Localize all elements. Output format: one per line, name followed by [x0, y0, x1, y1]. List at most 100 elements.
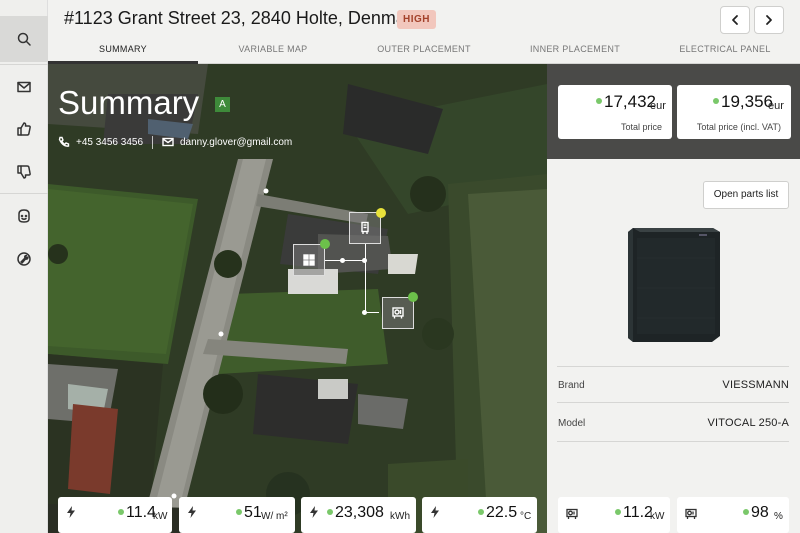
connection-node [340, 258, 345, 263]
price-value: 19,356 [721, 92, 773, 111]
metric-value: 22.5 [486, 504, 518, 521]
metric-card-unit-power: 11.2 kW [558, 497, 670, 533]
tab-outer-placement[interactable]: OUTER PLACEMENT [348, 44, 500, 64]
spec-label-model: Model [558, 418, 586, 429]
satellite-imagery [48, 64, 547, 533]
email-address: danny.glover@gmail.com [180, 136, 293, 148]
page-title: #1123 Grant Street 23, 2840 Holte, Denma… [64, 8, 421, 28]
price-strip: 17,432 eur Total price 19,356 eur Total … [547, 64, 800, 159]
connection-line [325, 260, 365, 261]
metric-card-power: 11.4 kW [58, 497, 172, 533]
metric-unit: W/ m² [261, 511, 288, 522]
sidebar-item-search[interactable] [0, 16, 48, 62]
connection-line [365, 312, 379, 313]
lightning-icon [66, 505, 76, 518]
metric-value: 51 [244, 504, 262, 521]
contact-divider [152, 136, 153, 149]
tab-electrical-panel[interactable]: ELECTRICAL PANEL [650, 44, 800, 64]
lightning-icon [309, 505, 319, 518]
previous-button[interactable] [720, 6, 750, 34]
price-unit: eur [768, 100, 784, 112]
status-dot [236, 509, 242, 515]
metric-value: 11.4 [126, 504, 156, 521]
boiler-icon [361, 221, 369, 234]
price-value: 17,432 [604, 92, 656, 111]
sidebar-item-mail[interactable] [0, 64, 48, 110]
user-smile-icon [18, 209, 30, 223]
lightning-icon [430, 505, 440, 518]
map-pin-boiler[interactable] [349, 212, 381, 244]
contact-phone[interactable]: +45 3456 3456 [58, 136, 143, 148]
summary-heading: Summary [58, 84, 200, 121]
heat-pump-icon [685, 507, 697, 519]
map-pin-outdoor-unit[interactable] [382, 297, 414, 329]
price-unit: eur [650, 100, 666, 112]
status-dot [743, 509, 749, 515]
metric-card-efficiency: 98 % [677, 497, 789, 533]
mail-icon [17, 81, 31, 93]
connection-node [362, 258, 367, 263]
next-button[interactable] [754, 6, 784, 34]
chevron-right-icon [766, 15, 772, 25]
outdoor-unit-icon [392, 307, 404, 319]
price-card-total-vat: 19,356 eur Total price (incl. VAT) [677, 85, 791, 139]
chevron-left-icon [732, 15, 738, 25]
panel-icon [303, 254, 315, 266]
price-label: Total price [620, 122, 662, 132]
phone-number: +45 3456 3456 [76, 136, 144, 148]
spec-divider [557, 441, 789, 442]
status-dot [596, 98, 602, 104]
status-dot [320, 239, 330, 249]
tab-variable-map[interactable]: VARIABLE MAP [198, 44, 348, 64]
metric-unit: kW [650, 511, 665, 522]
status-dot [327, 509, 333, 515]
metric-value: 23,308 [335, 504, 384, 521]
status-dot [478, 509, 484, 515]
metric-unit: kWh [390, 511, 410, 522]
details-panel: 17,432 eur Total price 19,356 eur Total … [547, 64, 800, 533]
status-dot [118, 509, 124, 515]
spec-value-brand: VIESSMANN [722, 379, 789, 391]
metric-value: 11.2 [623, 504, 653, 521]
lightning-icon [187, 505, 197, 518]
mail-icon [162, 137, 174, 147]
heat-pump-product-image [628, 228, 720, 342]
heat-pump-icon [566, 507, 578, 519]
wrench-icon [17, 252, 31, 266]
tab-inner-placement[interactable]: INNER PLACEMENT [500, 44, 650, 64]
open-parts-list-button[interactable]: Open parts list [703, 181, 789, 209]
sidebar-item-service[interactable] [0, 236, 48, 282]
sidebar-item-reject[interactable] [0, 149, 48, 195]
priority-badge: HIGH [397, 10, 436, 29]
status-dot [713, 98, 719, 104]
sidebar [0, 0, 48, 533]
price-card-total: 17,432 eur Total price [558, 85, 672, 139]
energy-grade-badge: A [215, 97, 230, 112]
spec-divider [557, 366, 789, 367]
thumbs-up-icon [17, 122, 31, 136]
price-label: Total price (incl. VAT) [696, 122, 781, 132]
metric-unit: kW [153, 511, 168, 522]
search-icon [17, 32, 31, 46]
sidebar-item-approve[interactable] [0, 106, 48, 152]
metric-value: 98 [751, 504, 769, 521]
thumbs-down-icon [17, 165, 31, 179]
metric-unit: °C [520, 511, 532, 522]
spec-divider [557, 402, 789, 403]
metric-unit: % [774, 511, 783, 522]
status-dot [615, 509, 621, 515]
sidebar-item-customer[interactable] [0, 193, 48, 239]
map-pin-panel[interactable] [293, 244, 325, 276]
status-dot [408, 292, 418, 302]
satellite-map[interactable]: Summary A +45 3456 3456 danny.glover@gma… [48, 64, 547, 533]
contact-email[interactable]: danny.glover@gmail.com [162, 136, 292, 148]
metric-card-energy: 23,308 kWh [301, 497, 416, 533]
metric-card-temperature: 22.5 °C [422, 497, 537, 533]
metric-card-irradiance: 51 W/ m² [179, 497, 295, 533]
spec-value-model: VITOCAL 250-A [707, 417, 789, 429]
status-dot [376, 208, 386, 218]
phone-icon [58, 136, 70, 147]
connection-line [365, 244, 366, 312]
connection-node [362, 310, 367, 315]
spec-label-brand: Brand [558, 380, 585, 391]
